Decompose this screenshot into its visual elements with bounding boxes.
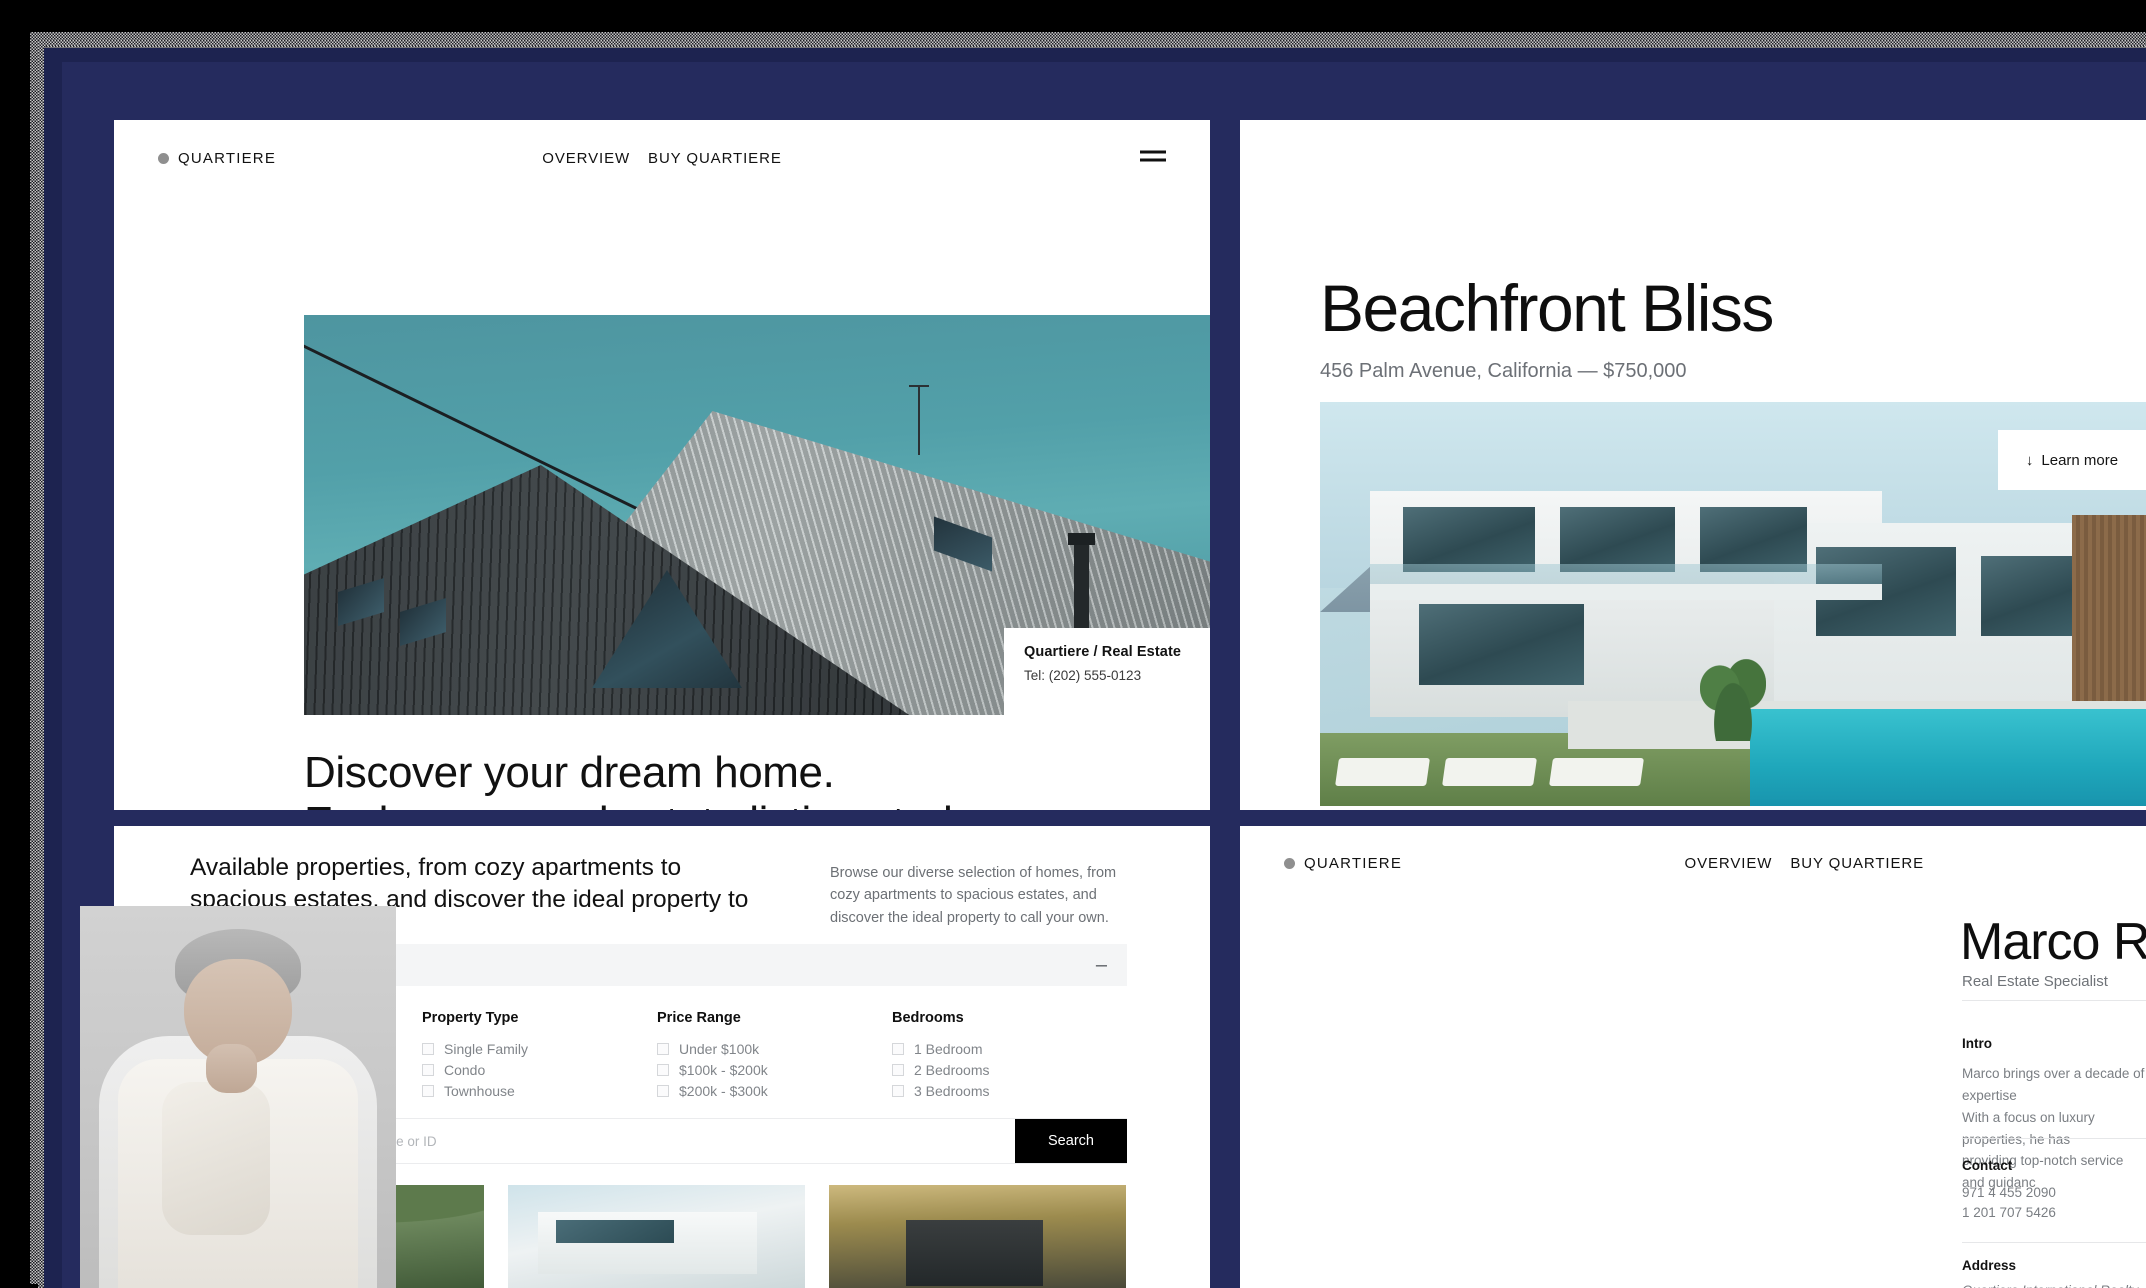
checkbox[interactable] — [422, 1043, 434, 1055]
brand-dot-icon — [1284, 857, 1295, 869]
hero-headline: Discover your dream home. Explore our re… — [304, 748, 998, 810]
intro-text: Marco brings over a decade of expertise … — [1962, 1066, 2145, 1191]
checkbox[interactable] — [892, 1085, 904, 1097]
filter-option-label: $200k - $300k — [679, 1083, 768, 1099]
screenshot-stage: QUARTIERE OVERVIEW BUY QUARTIERE Quartie… — [0, 0, 2146, 1288]
checkbox[interactable] — [657, 1064, 669, 1076]
agent-name: Marco Ro — [1960, 913, 2146, 971]
primary-nav: OVERVIEW BUY QUARTIERE — [1685, 855, 1924, 872]
filter-group-title: Price Range — [657, 1010, 741, 1026]
antenna-decor — [909, 385, 929, 455]
divider — [1962, 1000, 2146, 1001]
filter-option-label: $100k - $200k — [679, 1062, 768, 1078]
contact-card: Quartiere / Real Estate Tel: (202) 555-0… — [1004, 628, 1210, 715]
brand-name: QUARTIERE — [178, 149, 277, 167]
site-header: QUARTIERE OVERVIEW BUY QUARTIERE — [114, 120, 1210, 196]
filter-option-label: Townhouse — [444, 1083, 515, 1099]
filter-group-price-range: Price Range Under $100k $100k - $200k $2… — [657, 1010, 892, 1104]
search-button[interactable]: Search — [1015, 1119, 1127, 1163]
divider — [1962, 1138, 2146, 1139]
nav-link-overview[interactable]: OVERVIEW — [1685, 855, 1773, 872]
agent-portrait — [80, 906, 396, 1288]
filter-option-label: Under $100k — [679, 1041, 760, 1057]
listing-title: Beachfront Bliss — [1320, 271, 1774, 345]
brand-dot-icon — [158, 152, 169, 164]
checkbox[interactable] — [422, 1085, 434, 1097]
hamburger-menu-icon[interactable] — [1140, 150, 1166, 166]
brand[interactable]: QUARTIERE — [158, 150, 276, 167]
filter-option[interactable]: 3 Bedrooms — [892, 1083, 1127, 1099]
nav-link-buy-quartiere[interactable]: BUY QUARTIERE — [648, 150, 782, 167]
filter-option-label: 3 Bedrooms — [914, 1083, 990, 1099]
minus-icon[interactable]: – — [1096, 955, 1107, 975]
site-header-secondary: QUARTIERE OVERVIEW BUY QUARTIERE — [1240, 826, 2146, 900]
checkbox[interactable] — [892, 1064, 904, 1076]
learn-more-label: Learn more — [2041, 451, 2119, 469]
filter-option[interactable]: $200k - $300k — [657, 1083, 892, 1099]
filter-option[interactable]: Single Family — [422, 1041, 657, 1057]
filter-group-property-type: Property Type Single Family Condo Townho… — [422, 1010, 657, 1104]
available-properties-subtext: Browse our diverse selection of homes, f… — [830, 865, 1117, 926]
contact-line-2: 1 201 707 5426 — [1962, 1205, 2056, 1220]
filter-option[interactable]: 1 Bedroom — [892, 1041, 1127, 1057]
filter-option[interactable]: 2 Bedrooms — [892, 1062, 1127, 1078]
filter-group-title: Property Type — [422, 1010, 519, 1026]
filter-option-label: Condo — [444, 1062, 486, 1078]
contact-label: Contact — [1962, 1158, 2013, 1173]
filter-option-label: 1 Bedroom — [914, 1041, 983, 1057]
filter-option-label: 2 Bedrooms — [914, 1062, 990, 1078]
contact-card-title: Quartiere / Real Estate — [1024, 644, 1182, 660]
divider — [1962, 1242, 2146, 1243]
filter-option[interactable]: Under $100k — [657, 1041, 892, 1057]
learn-more-button[interactable]: ↓ Learn more — [1998, 430, 2146, 490]
address-label: Address — [1962, 1258, 2017, 1273]
nav-link-overview[interactable]: OVERVIEW — [542, 150, 630, 167]
address-text: Quartiere International Realty Quebec — [1962, 1280, 2146, 1288]
contact-line-1: 971 4 455 2090 — [1962, 1185, 2056, 1200]
filter-option[interactable]: Townhouse — [422, 1083, 657, 1099]
filter-option[interactable]: Condo — [422, 1062, 657, 1078]
nav-link-buy-quartiere[interactable]: BUY QUARTIERE — [1790, 855, 1924, 872]
intro-label: Intro — [1962, 1036, 1992, 1051]
listing-detail-panel: Beachfront Bliss 456 Palm Avenue, Califo… — [1240, 120, 2146, 810]
checkbox[interactable] — [422, 1064, 434, 1076]
property-thumbnail[interactable] — [508, 1185, 805, 1288]
checkbox[interactable] — [892, 1043, 904, 1055]
filter-group-title: Bedrooms — [892, 1010, 964, 1026]
checkbox[interactable] — [657, 1043, 669, 1055]
primary-nav: OVERVIEW BUY QUARTIERE — [542, 150, 781, 167]
filter-option[interactable]: $100k - $200k — [657, 1062, 892, 1078]
agent-role: Real Estate Specialist — [1962, 973, 2108, 990]
contact-card-phone: Tel: (202) 555-0123 — [1024, 668, 1142, 683]
brand[interactable]: QUARTIERE — [1284, 855, 1402, 872]
listing-subtitle: 456 Palm Avenue, California — $750,000 — [1320, 360, 1687, 382]
checkbox[interactable] — [657, 1085, 669, 1097]
filter-group-bedrooms: Bedrooms 1 Bedroom 2 Bedrooms 3 Bedrooms — [892, 1010, 1127, 1104]
property-thumbnail[interactable] — [829, 1185, 1126, 1288]
filter-option-label: Single Family — [444, 1041, 529, 1057]
hero-panel: QUARTIERE OVERVIEW BUY QUARTIERE Quartie… — [114, 120, 1210, 810]
brand-name: QUARTIERE — [1304, 854, 1403, 872]
arrow-down-icon: ↓ — [2025, 451, 2034, 469]
